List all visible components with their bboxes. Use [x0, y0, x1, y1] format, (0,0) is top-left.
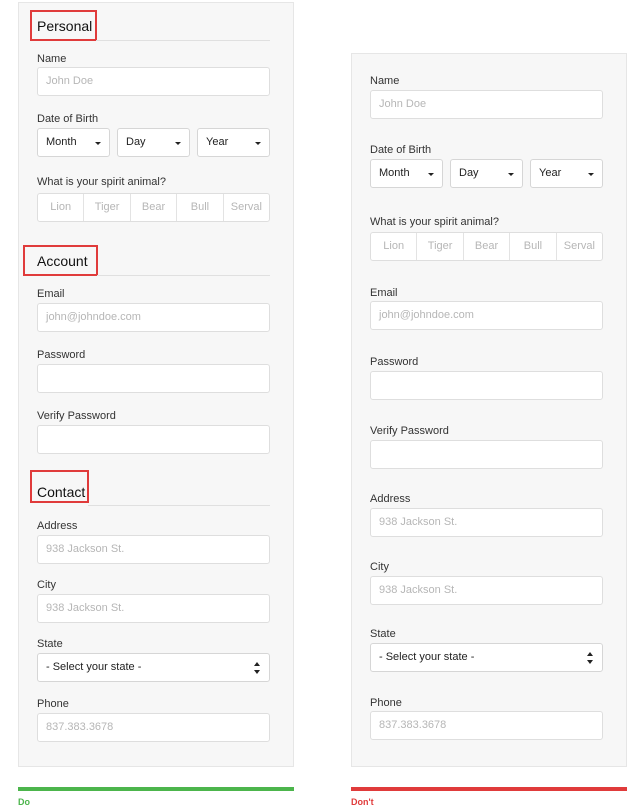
phone-label: Phone	[370, 697, 402, 709]
chevron-down-icon	[175, 142, 181, 145]
password-label: Password	[370, 356, 419, 368]
dob-year-select[interactable]: Year	[530, 159, 603, 188]
dob-month-select[interactable]: Month	[37, 128, 110, 157]
city-input[interactable]: 938 Jackson St.	[370, 576, 603, 605]
email-label: Email	[37, 288, 65, 300]
dob-day-select[interactable]: Day	[117, 128, 190, 157]
phone-label: Phone	[37, 698, 69, 710]
email-input[interactable]: john@johndoe.com	[37, 303, 270, 332]
dob-month-select[interactable]: Month	[370, 159, 443, 188]
spirit-animal-label: What is your spirit animal?	[370, 216, 499, 228]
name-label: Name	[370, 75, 400, 87]
address-label: Address	[37, 520, 78, 532]
section-title-contact: Contact	[37, 484, 86, 500]
address-input[interactable]: 938 Jackson St.	[37, 535, 270, 564]
state-select[interactable]: - Select your state -	[370, 643, 603, 672]
chevron-down-icon	[588, 173, 594, 176]
state-select-value: - Select your state -	[379, 651, 475, 663]
select-arrows-icon	[254, 662, 261, 674]
spirit-option-bear[interactable]: Bear	[464, 233, 511, 260]
name-input[interactable]: John Doe	[37, 67, 270, 96]
dob-day-select[interactable]: Day	[450, 159, 523, 188]
dont-caption: Don't	[351, 797, 374, 807]
section-divider	[96, 40, 270, 41]
dob-month-value: Month	[46, 136, 77, 148]
verify-password-input[interactable]	[370, 440, 603, 469]
phone-input[interactable]: 837.383.3678	[370, 711, 603, 740]
name-label: Name	[37, 53, 67, 65]
dob-year-value: Year	[206, 136, 229, 148]
password-input[interactable]	[370, 371, 603, 400]
chevron-down-icon	[428, 173, 434, 176]
do-caption: Do	[18, 797, 30, 807]
state-select-value: - Select your state -	[46, 661, 142, 673]
city-label: City	[37, 579, 56, 591]
spirit-option-lion[interactable]: Lion	[371, 233, 418, 260]
dob-month-value: Month	[379, 167, 410, 179]
password-input[interactable]	[37, 364, 270, 393]
spirit-animal-group: Lion Tiger Bear Bull Serval	[370, 232, 603, 261]
spirit-option-bull[interactable]: Bull	[177, 194, 224, 221]
section-title-account: Account	[37, 253, 88, 269]
verify-password-label: Verify Password	[37, 410, 116, 422]
state-select[interactable]: - Select your state -	[37, 653, 270, 682]
section-divider	[88, 505, 270, 506]
password-label: Password	[37, 349, 86, 361]
email-input[interactable]: john@johndoe.com	[370, 301, 603, 330]
spirit-option-tiger[interactable]: Tiger	[417, 233, 464, 260]
verify-password-input[interactable]	[37, 425, 270, 454]
spirit-option-serval[interactable]: Serval	[224, 194, 269, 221]
email-label: Email	[370, 287, 398, 299]
chevron-down-icon	[508, 173, 514, 176]
spirit-animal-group: Lion Tiger Bear Bull Serval	[37, 193, 270, 222]
state-label: State	[37, 638, 63, 650]
spirit-animal-label: What is your spirit animal?	[37, 176, 166, 188]
phone-input[interactable]: 837.383.3678	[37, 713, 270, 742]
section-title-personal: Personal	[37, 18, 93, 34]
spirit-option-bear[interactable]: Bear	[131, 194, 178, 221]
spirit-option-serval[interactable]: Serval	[557, 233, 602, 260]
dob-year-value: Year	[539, 167, 562, 179]
dob-label: Date of Birth	[370, 144, 432, 156]
spirit-option-bull[interactable]: Bull	[510, 233, 557, 260]
verify-password-label: Verify Password	[370, 425, 449, 437]
spirit-option-lion[interactable]: Lion	[38, 194, 85, 221]
city-label: City	[370, 561, 389, 573]
section-divider	[97, 275, 270, 276]
dob-label: Date of Birth	[37, 113, 99, 125]
spirit-option-tiger[interactable]: Tiger	[84, 194, 131, 221]
state-label: State	[370, 628, 396, 640]
name-input[interactable]: John Doe	[370, 90, 603, 119]
dont-indicator-bar	[351, 787, 627, 791]
chevron-down-icon	[95, 142, 101, 145]
select-arrows-icon	[587, 652, 594, 664]
city-input[interactable]: 938 Jackson St.	[37, 594, 270, 623]
dob-day-value: Day	[126, 136, 146, 148]
do-indicator-bar	[18, 787, 294, 791]
address-input[interactable]: 938 Jackson St.	[370, 508, 603, 537]
chevron-down-icon	[255, 142, 261, 145]
address-label: Address	[370, 493, 411, 505]
dob-day-value: Day	[459, 167, 479, 179]
dob-year-select[interactable]: Year	[197, 128, 270, 157]
